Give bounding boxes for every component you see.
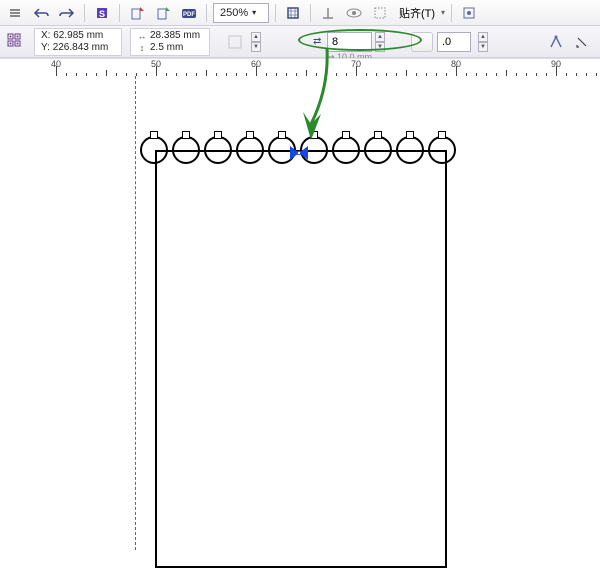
- copies-value: 8: [332, 36, 338, 48]
- redo-button[interactable]: [56, 3, 78, 23]
- fullscreen-icon[interactable]: [282, 3, 304, 23]
- x-value: 62.985 mm: [53, 30, 103, 41]
- width-icon: ↔: [137, 30, 147, 42]
- svg-text:S: S: [99, 9, 105, 19]
- snap-guide-icon[interactable]: [317, 3, 339, 23]
- circle-shape[interactable]: [204, 136, 232, 164]
- corner-radius-input[interactable]: .0: [437, 32, 471, 52]
- align-button: [224, 32, 246, 52]
- horizontal-ruler[interactable]: 40 50 60 70 80 90: [0, 58, 600, 76]
- copies-input[interactable]: 8: [327, 32, 372, 52]
- circle-shape[interactable]: [140, 136, 168, 164]
- node-handle[interactable]: [342, 131, 350, 139]
- copies-group: ⇄ 8 ▲ ▼ ↦ 10.0 mm: [313, 32, 385, 52]
- corner-style-button[interactable]: [411, 32, 433, 52]
- copies-spinner[interactable]: ▲ ▼: [375, 32, 385, 52]
- circle-shape[interactable]: [300, 136, 328, 164]
- y-label: Y:: [41, 42, 50, 53]
- spin-down-icon[interactable]: ▼: [478, 42, 488, 52]
- y-value: 226.843 mm: [53, 42, 109, 53]
- circle-shape[interactable]: [172, 136, 200, 164]
- convert-anchor-icon[interactable]: [546, 32, 566, 52]
- spin-down-icon[interactable]: ▼: [375, 42, 385, 52]
- position-readout: X: 62.985 mm Y: 226.843 mm: [34, 28, 122, 56]
- pdf-icon[interactable]: PDF: [178, 3, 200, 23]
- spin-up-icon[interactable]: ▲: [251, 32, 261, 42]
- align-spinner[interactable]: ▲ ▼: [251, 32, 261, 52]
- zoom-value: 250%: [220, 7, 248, 19]
- height-icon: ↕: [137, 42, 147, 54]
- width-value: 28.385 mm: [150, 30, 200, 42]
- circles-row[interactable]: [140, 136, 462, 166]
- view-icon[interactable]: [343, 3, 365, 23]
- node-handle[interactable]: [214, 131, 222, 139]
- x-label: X:: [41, 30, 50, 41]
- circle-shape[interactable]: [332, 136, 360, 164]
- node-handle[interactable]: [246, 131, 254, 139]
- vertical-guide[interactable]: [135, 76, 136, 550]
- circle-shape[interactable]: [268, 136, 296, 164]
- property-bar: X: 62.985 mm Y: 226.843 mm ↔28.385 mm ↕2…: [0, 26, 600, 58]
- export-icon[interactable]: [152, 3, 174, 23]
- corner-spinner[interactable]: ▲ ▼: [478, 32, 488, 52]
- more-options-icon[interactable]: [572, 32, 592, 52]
- drawing-canvas[interactable]: [0, 76, 600, 550]
- options-icon[interactable]: [458, 3, 480, 23]
- ruler-label: 50: [151, 59, 161, 69]
- page-rectangle[interactable]: [155, 150, 447, 568]
- node-handle[interactable]: [406, 131, 414, 139]
- undo-button[interactable]: [30, 3, 52, 23]
- dropdown-caret-icon: ▾: [252, 8, 264, 17]
- ruler-label: 80: [451, 59, 461, 69]
- size-readout: ↔28.385 mm ↕2.5 mm: [130, 28, 210, 56]
- snap-menu[interactable]: 贴齐(T) ▾: [399, 5, 445, 21]
- spin-up-icon[interactable]: ▲: [478, 32, 488, 42]
- main-toolbar: S PDF 250% ▾ 贴齐(T) ▾: [0, 0, 600, 26]
- corner-radius-value: .0: [442, 36, 451, 48]
- zoom-level-input[interactable]: 250% ▾: [213, 3, 269, 23]
- distribute-grid-icon[interactable]: [4, 30, 28, 54]
- svg-text:PDF: PDF: [183, 12, 195, 18]
- dropdown-caret-icon: ▾: [441, 8, 445, 17]
- node-handle[interactable]: [310, 131, 318, 139]
- spin-up-icon[interactable]: ▲: [375, 32, 385, 42]
- snap-label: 贴齐(T): [399, 5, 435, 21]
- app-menu-icon[interactable]: [4, 3, 26, 23]
- dotted-frame-icon[interactable]: [369, 3, 391, 23]
- spin-down-icon[interactable]: ▼: [251, 42, 261, 52]
- circle-shape[interactable]: [396, 136, 424, 164]
- node-handle[interactable]: [374, 131, 382, 139]
- script-icon[interactable]: S: [91, 3, 113, 23]
- node-handle[interactable]: [182, 131, 190, 139]
- circle-shape[interactable]: [236, 136, 264, 164]
- node-handle[interactable]: [150, 131, 158, 139]
- corner-group: .0 ▲ ▼: [411, 32, 488, 52]
- ruler-label: 40: [51, 59, 61, 69]
- copies-icon: ⇄: [313, 36, 327, 47]
- import-icon[interactable]: [126, 3, 148, 23]
- ruler-label: 60: [251, 59, 261, 69]
- node-handle[interactable]: [278, 131, 286, 139]
- propbar-right-icons: [546, 32, 596, 52]
- circle-shape[interactable]: [428, 136, 456, 164]
- height-value: 2.5 mm: [150, 42, 183, 54]
- ruler-label: 70: [351, 59, 361, 69]
- node-handle[interactable]: [438, 131, 446, 139]
- circle-shape[interactable]: [364, 136, 392, 164]
- ruler-label: 90: [551, 59, 561, 69]
